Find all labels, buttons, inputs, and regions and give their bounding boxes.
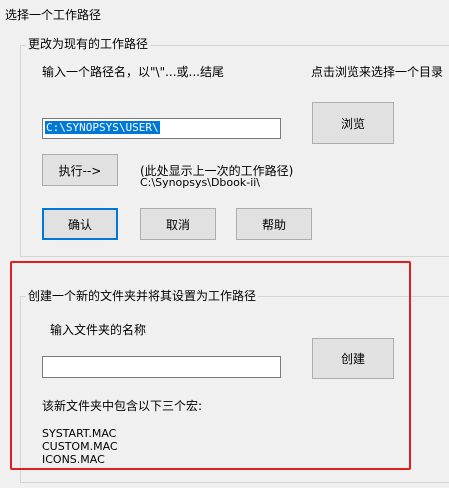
last-path-value: C:\Synopsys\Dbook-ii\ — [140, 176, 261, 189]
change-path-group-title: 更改为现有的工作路径 — [26, 37, 151, 51]
confirm-button[interactable]: 确认 — [42, 208, 118, 240]
window-title: 选择一个工作路径 — [5, 8, 102, 22]
browse-button-label: 浏览 — [340, 116, 365, 131]
help-button[interactable]: 帮助 — [236, 208, 312, 240]
browse-hint: 点击浏览来选择一个目录 — [311, 65, 444, 79]
browse-button[interactable]: 浏览 — [312, 102, 394, 144]
path-input-value: C:\SYNOPSYS\USER\ — [45, 121, 160, 134]
highlight-box — [10, 261, 411, 470]
path-input[interactable]: C:\SYNOPSYS\USER\ — [42, 118, 281, 139]
confirm-button-label: 确认 — [67, 217, 92, 232]
execute-button[interactable]: 执行--> — [42, 154, 118, 186]
execute-button-label: 执行--> — [58, 163, 102, 178]
cancel-button[interactable]: 取消 — [140, 208, 216, 240]
path-input-prompt: 输入一个路径名，以"\"...或...结尾 — [42, 65, 224, 79]
cancel-button-label: 取消 — [165, 217, 190, 232]
help-button-label: 帮助 — [261, 217, 286, 232]
